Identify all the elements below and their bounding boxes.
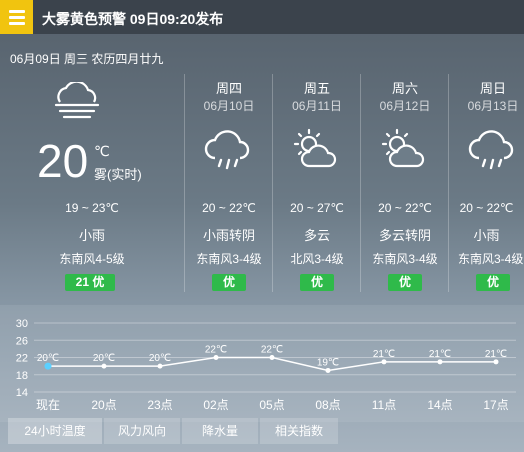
forecast-temp-range: 20 ~ 22℃ (202, 201, 256, 215)
tab-24h-temperature[interactable]: 24小时温度 (8, 418, 102, 444)
y-tick-label: 26 (16, 335, 28, 347)
forecast-weather: 小雨转阴 (202, 228, 255, 243)
forecast-date: 06月10日 (203, 99, 255, 113)
y-tick-label: 14 (16, 387, 28, 399)
fog-cloud-icon (54, 82, 100, 119)
temperature-point (269, 355, 275, 360)
x-tick-label: 20点 (91, 398, 116, 412)
forecast-aqi-badge[interactable]: 优 (300, 274, 334, 291)
partly-cloudy-icon (381, 128, 425, 168)
forecast-aqi-badge[interactable]: 优 (476, 274, 510, 291)
tab-precipitation[interactable]: 降水量 (182, 418, 258, 444)
x-tick-label: 14点 (427, 398, 452, 412)
forecast-day: 周四 (215, 81, 242, 96)
today-wind: 东南风4-5级 (59, 252, 125, 266)
temperature-unit: ℃ (94, 143, 110, 159)
tab-indices[interactable]: 相关指数 (260, 418, 338, 444)
date-line: 06月09日 周三 农历四月廿九 (10, 52, 164, 66)
x-tick-label: 11点 (372, 398, 396, 412)
today-temp-range: 19 ~ 23℃ (65, 201, 119, 215)
x-tick-label: 现在 (36, 398, 60, 412)
temperature-point (213, 355, 219, 360)
temperature-value-label: 22℃ (261, 345, 283, 356)
temperature-value-label: 21℃ (429, 349, 451, 360)
forecast-temp-range: 20 ~ 27℃ (290, 201, 344, 215)
forecast-wind: 东南风3-4级 (458, 252, 524, 266)
rain-cloud-icon (468, 130, 514, 170)
forecast-day: 周六 (391, 81, 418, 96)
temperature-value-label: 20℃ (37, 353, 59, 364)
menu-icon[interactable] (0, 0, 33, 34)
y-tick-label: 18 (16, 370, 28, 382)
forecast-temp-range: 20 ~ 22℃ (378, 201, 432, 215)
forecast-date: 06月13日 (467, 99, 519, 113)
x-tick-label: 02点 (203, 398, 228, 412)
forecast-wind: 东南风3-4级 (196, 252, 262, 266)
temperature-point (101, 363, 107, 369)
temperature-point (493, 359, 499, 365)
temperature-value-label: 21℃ (485, 349, 507, 360)
rain-cloud-icon (204, 130, 250, 170)
forecast-date: 06月12日 (379, 99, 431, 113)
y-tick-label: 30 (16, 318, 28, 330)
temperature-value-label: 21℃ (373, 349, 395, 360)
forecast-day: 周日 (479, 81, 506, 96)
current-temperature: 20 (37, 135, 89, 187)
forecast-weather: 多云转阴 (378, 228, 431, 243)
temperature-value-label: 19℃ (317, 357, 339, 368)
hourly-temperature-chart: 30 26 22 18 14 20℃ 现在 20℃ 20点 20℃ 23点 22℃ 02点 22℃ 05点 1… (16, 318, 516, 412)
forecast-wind: 北风3-4级 (290, 252, 344, 266)
x-tick-label: 17点 (483, 398, 508, 412)
y-tick-label: 22 (16, 353, 28, 365)
realtime-condition: 雾(实时) (94, 167, 142, 182)
forecast-weather: 小雨 (473, 228, 500, 243)
temperature-value-label: 20℃ (149, 353, 171, 364)
forecast-date: 06月11日 (292, 99, 342, 113)
x-tick-label: 08点 (315, 398, 340, 412)
temperature-point (381, 359, 387, 365)
tab-wind[interactable]: 风力风向 (104, 418, 180, 444)
temperature-point (157, 363, 163, 369)
partly-cloudy-icon (293, 128, 337, 168)
forecast-wind: 东南风3-4级 (372, 252, 438, 266)
x-tick-label: 05点 (259, 398, 284, 412)
temperature-value-label: 20℃ (93, 353, 115, 364)
temperature-point (325, 367, 331, 373)
forecast-weather: 多云 (303, 228, 330, 243)
forecast-aqi-badge[interactable]: 优 (388, 274, 422, 291)
temperature-point (437, 359, 443, 365)
temperature-value-label: 22℃ (205, 345, 227, 356)
forecast-day: 周五 (303, 81, 330, 96)
x-tick-label: 23点 (147, 398, 172, 412)
today-aqi-badge[interactable]: 21 优 (65, 274, 115, 291)
forecast-aqi-badge[interactable]: 优 (212, 274, 246, 291)
forecast-temp-range: 20 ~ 22℃ (459, 201, 514, 215)
alert-text[interactable]: 大雾黄色预警 09日09:20发布 (42, 9, 223, 29)
today-weather: 小雨 (78, 228, 105, 243)
